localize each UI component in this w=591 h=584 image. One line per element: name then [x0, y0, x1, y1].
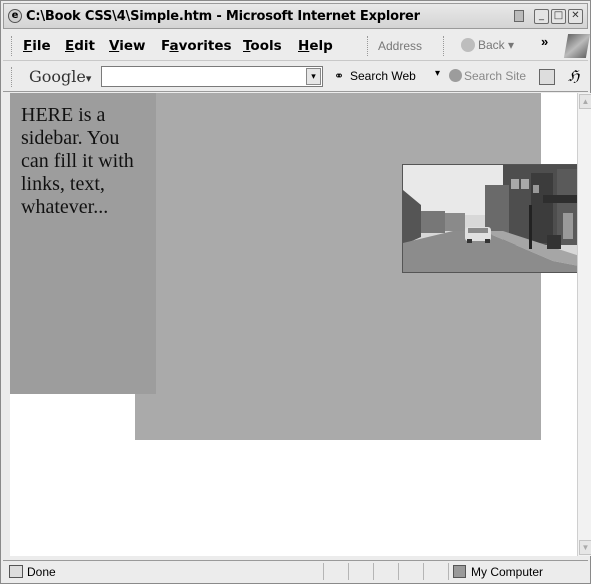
sidebar-text: HERE is a sidebar. You can fill it with … [21, 104, 134, 218]
security-zone[interactable]: My Computer [453, 565, 543, 579]
google-search-dropdown[interactable]: ▾ [306, 68, 321, 85]
window-title: C:\Book CSS\4\Simple.htm - Microsoft Int… [26, 9, 420, 24]
sidebar: HERE is a sidebar. You can fill it with … [10, 93, 156, 394]
menu-file[interactable]: File [23, 38, 51, 54]
street-photo [402, 164, 577, 273]
title-bar-extra-icon[interactable] [514, 10, 524, 22]
menu-bar: File Edit View Favorites Tools Help Addr… [3, 31, 591, 61]
street-photo-image [403, 165, 577, 272]
back-button[interactable]: Back ▾ [461, 38, 514, 52]
menu-view[interactable]: View [109, 38, 145, 54]
browser-window: e C:\Book CSS\4\Simple.htm - Microsoft I… [0, 0, 591, 584]
google-toolbar: Google▾ ▾ ⚭ Search Web ▾ Search Site ℌ [3, 62, 588, 92]
status-divider [448, 563, 449, 580]
page-done-icon [9, 565, 23, 578]
status-divider [398, 563, 399, 580]
vertical-scrollbar[interactable]: ▲ ▼ [577, 93, 591, 556]
search-web-button[interactable]: ⚭ Search Web [334, 69, 416, 83]
toolbar-grip[interactable] [443, 36, 446, 56]
status-divider [323, 563, 324, 580]
search-site-button[interactable]: Search Site [449, 69, 526, 83]
scroll-up-arrow[interactable]: ▲ [579, 94, 591, 109]
search-site-icon [449, 69, 462, 82]
close-button[interactable]: ✕ [568, 9, 583, 24]
status-divider [348, 563, 349, 580]
toolbar-grip[interactable] [11, 67, 14, 87]
status-divider [423, 563, 424, 580]
ie-page-icon: e [8, 9, 22, 23]
menu-edit[interactable]: Edit [65, 38, 95, 54]
maximize-button[interactable]: □ [551, 9, 566, 24]
computer-icon [453, 565, 466, 578]
binoculars-icon: ⚭ [334, 69, 345, 83]
title-bar: e C:\Book CSS\4\Simple.htm - Microsoft I… [3, 3, 588, 29]
page-info-icon[interactable] [539, 69, 555, 85]
status-text: Done [9, 565, 56, 579]
menu-tools[interactable]: Tools [243, 38, 282, 54]
search-web-dropdown[interactable]: ▾ [435, 68, 440, 79]
minimize-button[interactable]: _ [534, 9, 549, 24]
google-search-input[interactable] [101, 66, 323, 87]
windows-flag-icon [563, 34, 591, 58]
toolbar-grip[interactable] [11, 36, 14, 56]
toolbar-grip[interactable] [367, 36, 370, 56]
page-viewport: HERE is a sidebar. You can fill it with … [10, 93, 577, 556]
main-content-box [135, 93, 577, 440]
status-divider [373, 563, 374, 580]
menu-help[interactable]: Help [298, 38, 333, 54]
toolbar-overflow-chevron[interactable]: » [541, 34, 548, 49]
google-logo-button[interactable]: Google▾ [29, 67, 91, 86]
back-arrow-icon [461, 38, 475, 52]
scroll-down-arrow[interactable]: ▼ [579, 540, 591, 555]
address-label[interactable]: Address [378, 39, 422, 53]
highlight-icon[interactable]: ℌ [568, 67, 579, 85]
status-bar: Done My Computer [3, 560, 588, 582]
menu-favorites[interactable]: Favorites [161, 38, 232, 54]
